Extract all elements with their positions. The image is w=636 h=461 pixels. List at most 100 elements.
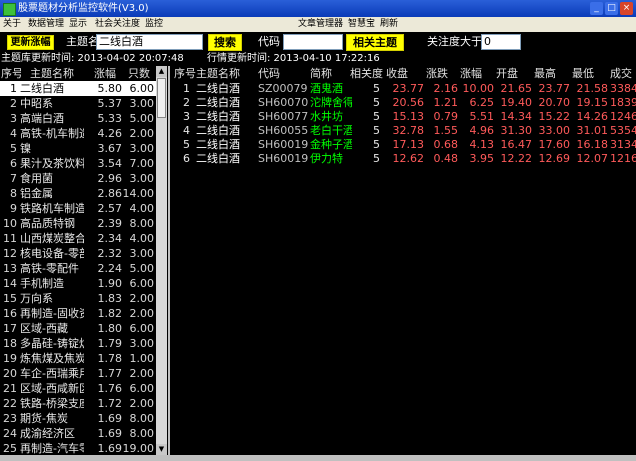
topic-row[interactable]: 5 镍 3.67 3.00 bbox=[0, 141, 156, 156]
col-header-index[interactable]: 序号 bbox=[174, 66, 198, 81]
topic-cell-topic-name: 镍 bbox=[20, 142, 31, 155]
topic-row[interactable]: 14 手机制造 1.90 6.00 bbox=[0, 276, 156, 291]
topic-row[interactable]: 15 万向系 1.83 2.00 bbox=[0, 291, 156, 306]
topic-cell-index: 12 bbox=[3, 247, 17, 260]
topic-row[interactable]: 16 再制造-固收资 1.82 2.00 bbox=[0, 306, 156, 321]
stock-cell-change-pct: 6.25 bbox=[469, 96, 495, 109]
title-bar: 股票题材分析监控软件(V3.0) _ □ × bbox=[0, 0, 636, 17]
stock-cell-volume: 12465 bbox=[610, 110, 636, 123]
menu-monitor[interactable]: 监控 bbox=[145, 17, 163, 32]
topic-cell-topic-name: 车企-西瑞乘用 bbox=[20, 367, 84, 380]
topic-cell-count: 5.00 bbox=[129, 262, 155, 275]
topic-cell-topic-name: 铁路机车制造 bbox=[20, 202, 84, 215]
topic-cell-change: 2.57 bbox=[97, 202, 123, 215]
stock-cell-close: 15.13 bbox=[392, 110, 425, 123]
topic-cell-change: 1.69 bbox=[97, 412, 123, 425]
code-input[interactable] bbox=[283, 34, 343, 50]
topic-list-scrollbar[interactable]: ▲ ▼ bbox=[156, 66, 167, 455]
maximize-icon[interactable]: □ bbox=[605, 2, 618, 15]
related-topic-button[interactable]: 相关主题 bbox=[346, 34, 404, 51]
menu-display[interactable]: 显示 bbox=[69, 17, 87, 32]
topic-row[interactable]: 8 铝金属 2.86 14.00 bbox=[0, 186, 156, 201]
menu-data-manage[interactable]: 数据管理 bbox=[28, 17, 64, 32]
topic-row[interactable]: 18 多晶硅-铸锭炉 1.79 3.00 bbox=[0, 336, 156, 351]
col-header-index: 序号 bbox=[1, 67, 21, 80]
col-header-code[interactable]: 代码 bbox=[258, 66, 316, 81]
scrollbar-thumb[interactable] bbox=[157, 78, 166, 118]
search-button[interactable]: 搜索 bbox=[208, 34, 242, 51]
stock-row[interactable]: 4 二线白酒 SH600559老白干酒 5 32.78 1.55 4.96 31.30 33.0… bbox=[172, 123, 636, 138]
topic-row[interactable]: 12 核电设备-零部 2.32 3.00 bbox=[0, 246, 156, 261]
topic-list-panel: 序号 主题名称 涨幅 只数 1 二线白酒 5.80 6.00 2 中昭系 5.37 3.00 3… bbox=[0, 66, 170, 455]
stock-cell-high: 15.22 bbox=[538, 110, 571, 123]
stock-cell-volume: 33848 bbox=[610, 82, 636, 95]
topic-row[interactable]: 22 铁路-桥梁支座 1.72 2.00 bbox=[0, 396, 156, 411]
scroll-down-icon[interactable]: ▼ bbox=[156, 444, 167, 455]
topic-cell-topic-name: 期货-焦炭 bbox=[20, 412, 68, 425]
stock-row[interactable]: 2 二线白酒 SH600702沱牌舍得 5 20.56 1.21 6.25 19.40 20.7… bbox=[172, 95, 636, 110]
col-header-relevance[interactable]: 相关度 bbox=[350, 66, 388, 81]
topic-row[interactable]: 25 再制造-汽车零 1.69 19.00 bbox=[0, 441, 156, 455]
stock-cell-relevance: 5 bbox=[373, 96, 380, 109]
topic-row[interactable]: 3 高端白酒 5.33 5.00 bbox=[0, 111, 156, 126]
topic-row[interactable]: 19 炼焦煤及焦炭 1.78 1.00 bbox=[0, 351, 156, 366]
topic-row[interactable]: 9 铁路机车制造 2.57 4.00 bbox=[0, 201, 156, 216]
app-icon bbox=[3, 3, 16, 16]
minimize-icon[interactable]: _ bbox=[590, 2, 603, 15]
stock-row[interactable]: 3 二线白酒 SH600779水井坊 5 15.13 0.79 5.51 14.34 15.22… bbox=[172, 109, 636, 124]
topic-cell-change: 1.77 bbox=[97, 367, 123, 380]
close-icon[interactable]: × bbox=[620, 2, 633, 15]
topic-row[interactable]: 21 区域-西咸新区 1.76 6.00 bbox=[0, 381, 156, 396]
stock-cell-close: 32.78 bbox=[392, 124, 425, 137]
topic-row[interactable]: 7 食用菌 2.96 3.00 bbox=[0, 171, 156, 186]
topic-cell-topic-name: 区域-西咸新区 bbox=[20, 382, 84, 395]
topic-row[interactable]: 20 车企-西瑞乘用 1.77 2.00 bbox=[0, 366, 156, 381]
menu-wisdom[interactable]: 智慧宝 bbox=[348, 17, 375, 32]
topic-row[interactable]: 11 山西煤炭整合 2.34 4.00 bbox=[0, 231, 156, 246]
topic-cell-index: 9 bbox=[10, 202, 17, 215]
topic-cell-topic-name: 炼焦煤及焦炭 bbox=[20, 352, 84, 365]
topic-row[interactable]: 24 成渝经济区 1.69 8.00 bbox=[0, 426, 156, 441]
topic-name-input[interactable]: 二线白酒 bbox=[96, 34, 203, 50]
topic-cell-count: 5.00 bbox=[129, 112, 155, 125]
update-change-button[interactable]: 更新涨幅 bbox=[7, 35, 54, 50]
topic-cell-topic-name: 手机制造 bbox=[20, 277, 64, 290]
topic-row[interactable]: 2 中昭系 5.37 3.00 bbox=[0, 96, 156, 111]
topic-row[interactable]: 17 区域-西藏 1.80 6.00 bbox=[0, 321, 156, 336]
topic-row[interactable]: 13 高铁-零配件 2.24 5.00 bbox=[0, 261, 156, 276]
stock-cell-change-pct: 4.96 bbox=[469, 124, 495, 137]
topic-cell-change: 1.76 bbox=[97, 382, 123, 395]
col-header-topic-name[interactable]: 主题名称 bbox=[196, 66, 264, 81]
menu-social-attention[interactable]: 社会关注度 bbox=[95, 17, 140, 32]
stock-cell-code: SH600702 bbox=[258, 96, 308, 109]
stock-cell-index: 6 bbox=[183, 152, 190, 165]
stock-cell-topic-name: 二线白酒 bbox=[196, 124, 240, 137]
topic-cell-count: 3.00 bbox=[129, 142, 155, 155]
topic-row[interactable]: 6 果汁及茶饮料 3.54 7.00 bbox=[0, 156, 156, 171]
col-header-change: 涨幅 bbox=[94, 67, 116, 80]
topic-cell-count: 8.00 bbox=[129, 427, 155, 440]
topic-cell-change: 2.96 bbox=[97, 172, 123, 185]
topic-cell-change: 1.69 bbox=[97, 427, 123, 440]
topic-row[interactable]: 10 高品质特钢 2.39 8.00 bbox=[0, 216, 156, 231]
topic-row[interactable]: 1 二线白酒 5.80 6.00 bbox=[0, 81, 156, 96]
topic-cell-change: 2.32 bbox=[97, 247, 123, 260]
topic-row[interactable]: 23 期货-焦炭 1.69 8.00 bbox=[0, 411, 156, 426]
menu-refresh[interactable]: 刷新 bbox=[380, 17, 398, 32]
stock-row[interactable]: 5 二线白酒 SH600199金种子酒 5 17.13 0.68 4.13 16.47 17.6… bbox=[172, 137, 636, 152]
stock-cell-topic-name: 二线白酒 bbox=[196, 96, 240, 109]
stock-row[interactable]: 6 二线白酒 SH600197伊力特 5 12.62 0.48 3.95 12.22 12.69… bbox=[172, 151, 636, 166]
stock-cell-code: SH600199 bbox=[258, 138, 308, 151]
stock-cell-open: 31.30 bbox=[500, 124, 533, 137]
topic-row[interactable]: 4 高铁-机车制造 4.26 2.00 bbox=[0, 126, 156, 141]
stock-cell-low: 12.07 bbox=[576, 152, 609, 165]
stock-cell-relevance: 5 bbox=[373, 138, 380, 151]
menu-about[interactable]: 关于 bbox=[3, 17, 21, 32]
stock-row[interactable]: 1 二线白酒 SZ000799酒鬼酒 5 23.77 2.1610.00 21.65 23.7… bbox=[172, 81, 636, 96]
menu-article-manager[interactable]: 文章管理器 bbox=[298, 17, 343, 32]
col-header-volume[interactable]: 成交 bbox=[610, 66, 636, 81]
topic-cell-topic-name: 山西煤炭整合 bbox=[20, 232, 84, 245]
scroll-up-icon[interactable]: ▲ bbox=[156, 66, 167, 77]
stock-cell-change-amount: 2.16 bbox=[433, 82, 459, 95]
attention-input[interactable]: 0 bbox=[481, 34, 521, 50]
